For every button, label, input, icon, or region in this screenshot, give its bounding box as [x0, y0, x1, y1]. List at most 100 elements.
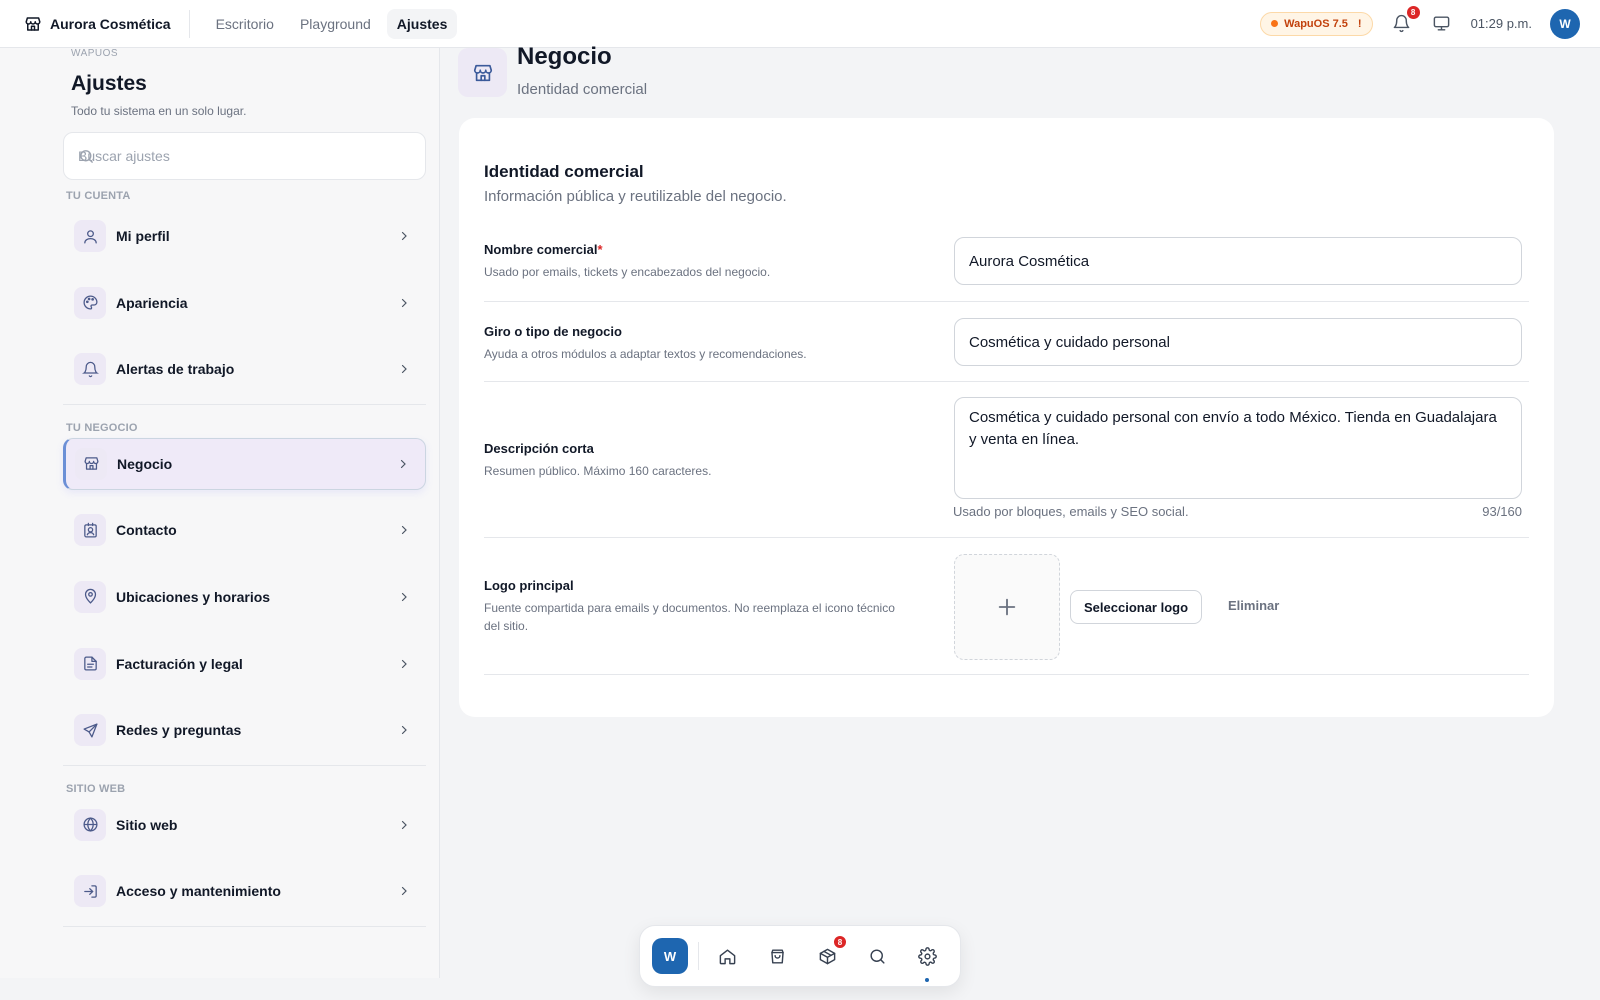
dock-home-button[interactable]: [709, 938, 745, 974]
store-icon: [24, 15, 42, 33]
palette-icon: [74, 286, 106, 319]
store-icon: [75, 447, 107, 480]
field-label: Descripción corta: [484, 441, 594, 456]
field-label: Logo principal: [484, 578, 574, 593]
home-icon: [719, 948, 735, 964]
main-content: Negocio Identidad comercial Identidad co…: [441, 43, 1600, 978]
launcher-button[interactable]: W: [652, 938, 688, 974]
dock-search-button[interactable]: [859, 938, 895, 974]
sidebar-item-facturacion[interactable]: Facturación y legal: [63, 638, 426, 690]
chevron-right-icon: [401, 887, 407, 896]
chevron-right-icon: [401, 298, 407, 307]
chevron-right-icon: [401, 365, 407, 374]
document-icon: [74, 647, 106, 680]
sidebar-item-label: Ubicaciones y horarios: [116, 588, 271, 605]
sidebar-item-negocio[interactable]: Negocio: [63, 437, 426, 490]
search-input[interactable]: [78, 148, 425, 164]
package-icon: [819, 948, 835, 964]
login-icon: [74, 875, 106, 908]
section-label-sitio-web: SITIO WEB: [66, 782, 126, 795]
sidebar-item-ubicaciones[interactable]: Ubicaciones y horarios: [63, 571, 426, 623]
notifications-button[interactable]: 8: [1391, 5, 1420, 35]
sidebar-item-mi-perfil[interactable]: Mi perfil: [63, 210, 426, 262]
sidebar-item-acceso[interactable]: Acceso y mantenimiento: [63, 865, 426, 917]
dock-packages-button[interactable]: 8: [809, 935, 847, 974]
top-bar: Aurora Cosmética Escritorio Playground A…: [0, 0, 1600, 48]
sidebar-item-label: Negocio: [117, 455, 173, 472]
brand[interactable]: Aurora Cosmética: [0, 0, 171, 47]
section-label-tu-cuenta: TU CUENTA: [66, 190, 131, 202]
chevron-right-icon: [400, 459, 406, 468]
sidebar-item-label: Acceso y mantenimiento: [116, 883, 281, 900]
monitor-icon: [1433, 16, 1450, 31]
top-nav: Escritorio Playground Ajustes: [206, 8, 458, 39]
field-help: Fuente compartida para emails y document…: [484, 601, 895, 633]
sidebar-item-label: Contacto: [116, 522, 177, 539]
character-counter: 93/160: [1482, 504, 1522, 519]
section-divider: [63, 925, 426, 927]
section-divider: [63, 403, 426, 405]
nav-escritorio[interactable]: Escritorio: [206, 9, 284, 39]
display-button[interactable]: [1431, 13, 1453, 35]
sidebar-item-apariencia[interactable]: Apariencia: [63, 277, 426, 329]
business-name-input[interactable]: [954, 237, 1522, 285]
description-textarea[interactable]: Cosmética y cuidado personal con envío a…: [954, 397, 1522, 499]
brand-name: Aurora Cosmética: [50, 15, 171, 32]
sidebar-item-sitio-web[interactable]: Sitio web: [63, 799, 426, 851]
sidebar-item-alertas[interactable]: Alertas de trabajo: [63, 343, 426, 395]
dock-settings-button[interactable]: [909, 938, 945, 982]
dock-shop-button[interactable]: [759, 938, 795, 974]
send-icon: [74, 714, 106, 747]
status-dot: [1271, 20, 1279, 27]
menu-sitio-web: Sitio web Acceso y mantenimiento: [63, 799, 426, 918]
gear-icon: [917, 946, 937, 966]
os-version-label: WapuOS 7.5: [1284, 17, 1348, 30]
sidebar-item-label: Alertas de trabajo: [116, 361, 235, 378]
os-version-badge[interactable]: WapuOS 7.5 !: [1260, 11, 1373, 36]
settings-sidebar: WAPUOS Ajustes Todo tu sistema en un sol…: [0, 48, 440, 978]
bell-icon: [74, 353, 106, 386]
business-type-input[interactable]: [954, 318, 1522, 366]
notification-count-badge: 8: [1406, 5, 1420, 19]
page-subtitle: Identidad comercial: [517, 81, 648, 98]
card-title: Identidad comercial: [484, 162, 644, 181]
logo-upload-dropzone[interactable]: [954, 554, 1060, 660]
select-logo-button[interactable]: Seleccionar logo: [1070, 590, 1203, 624]
chevron-right-icon: [401, 726, 407, 735]
identity-card: Identidad comercial Información pública …: [459, 118, 1554, 717]
chevron-right-icon: [401, 592, 407, 602]
map-pin-icon: [74, 580, 106, 613]
chevron-right-icon: [401, 659, 407, 668]
required-mark: *: [597, 242, 603, 257]
field-help: Ayuda a otros módulos a adaptar textos y…: [484, 347, 807, 361]
nav-playground[interactable]: Playground: [290, 9, 381, 39]
field-label: Giro o tipo de negocio: [484, 324, 622, 339]
chevron-right-icon: [401, 231, 407, 241]
plus-icon: [998, 598, 1016, 616]
sidebar-subtitle: Todo tu sistema en un solo lugar.: [71, 104, 247, 118]
field-label: Nombre comercial*: [484, 242, 603, 257]
sidebar-item-contacto[interactable]: Contacto: [63, 504, 426, 556]
contact-card-icon: [74, 514, 106, 547]
avatar[interactable]: W: [1550, 8, 1580, 39]
nav-ajustes[interactable]: Ajustes: [386, 8, 458, 39]
store-icon: [458, 48, 507, 97]
chevron-right-icon: [401, 820, 407, 829]
description-usage-help: Usado por bloques, emails y SEO social.: [953, 504, 1189, 519]
sidebar-item-label: Redes y preguntas: [116, 722, 242, 739]
remove-logo-button[interactable]: Eliminar: [1228, 598, 1279, 613]
menu-tu-cuenta: Mi perfil Apariencia Alertas de trabajo: [63, 210, 426, 395]
active-indicator: [925, 978, 929, 982]
field-row-logo: Logo principal Fuente compartida para em…: [484, 538, 1529, 675]
settings-search: [63, 132, 426, 180]
page-title: Negocio: [517, 43, 612, 70]
sidebar-eyebrow: WAPUOS: [71, 48, 119, 59]
clock: 01:29 p.m.: [1470, 16, 1532, 31]
sidebar-item-redes[interactable]: Redes y preguntas: [63, 704, 426, 756]
page-header: Negocio Identidad comercial: [458, 43, 648, 98]
field-help: Usado por emails, tickets y encabezados …: [484, 265, 771, 279]
dock-package-badge: 8: [833, 935, 847, 949]
divider: [188, 9, 190, 38]
menu-tu-negocio: Negocio Contacto Ubicaciones y horarios …: [63, 437, 426, 756]
field-row-description: Descripción corta Resumen público. Máxim…: [484, 382, 1529, 538]
